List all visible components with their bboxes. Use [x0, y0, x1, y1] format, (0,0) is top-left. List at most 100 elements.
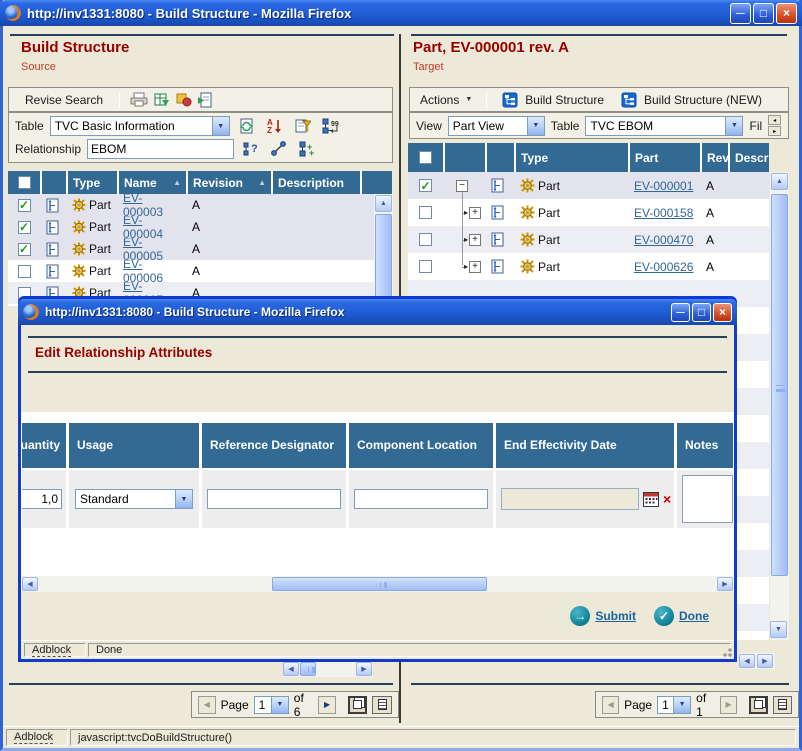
target-vscrollbar[interactable]: ▲ ▼ — [770, 172, 789, 640]
prev-page-button[interactable]: ◀ — [602, 696, 619, 714]
part-link[interactable]: EV-000004 — [123, 216, 182, 238]
calendar-icon[interactable] — [643, 492, 659, 507]
col-revision[interactable]: Revision▲ — [188, 171, 271, 194]
sort-asc-icon: ▲ — [169, 178, 181, 187]
part-link[interactable]: EV-000158 — [634, 206, 693, 220]
maximize-button[interactable]: □ — [692, 303, 711, 322]
row-checkbox[interactable]: ✓ — [419, 233, 432, 246]
connect-icon[interactable] — [268, 139, 290, 159]
part-link[interactable]: EV-000626 — [634, 260, 693, 274]
structure-doc-icon[interactable] — [42, 260, 66, 282]
structure-goto-icon[interactable]: 99 — [320, 116, 342, 136]
maximize-button[interactable]: □ — [753, 3, 774, 24]
list-view-button[interactable] — [773, 696, 792, 714]
quantity-input[interactable] — [22, 489, 62, 509]
expand-icon[interactable]: + — [469, 261, 481, 273]
row-checkbox[interactable]: ✓ — [18, 221, 31, 234]
row-checkbox[interactable]: ✓ — [419, 179, 432, 192]
actions-dropdown-icon[interactable]: ▼ — [465, 96, 472, 103]
prev-page-button[interactable]: ◀ — [198, 696, 216, 714]
table-row: ✓ Part EV-000004 A — [8, 216, 392, 238]
window-titlebar: http://inv1331:8080 - Build Structure - … — [0, 0, 802, 26]
build-structure-new-button[interactable]: Build Structure (NEW) — [644, 93, 762, 107]
part-link[interactable]: EV-000005 — [123, 238, 182, 260]
row-checkbox[interactable]: ✓ — [18, 243, 31, 256]
toolbar-scroll-left[interactable]: ◂ — [768, 115, 781, 125]
quantity-cell — [22, 470, 66, 528]
target-hscrollbar[interactable]: ◀ ▶ — [739, 653, 775, 669]
table-row: ✓ ▸+ Part EV-000158 A — [408, 199, 769, 226]
close-button[interactable]: × — [713, 303, 732, 322]
structure-doc-icon[interactable] — [42, 238, 66, 260]
adblock-button[interactable]: Adblock — [14, 731, 53, 744]
row-checkbox[interactable]: ✓ — [419, 206, 432, 219]
structure-doc-icon[interactable] — [487, 172, 514, 199]
objects-icon[interactable] — [172, 90, 194, 110]
structure-doc-icon[interactable] — [487, 253, 514, 280]
part-link[interactable]: EV-000001 — [634, 179, 693, 193]
part-type-icon — [72, 198, 86, 212]
collapse-icon[interactable]: − — [456, 180, 468, 192]
reference-designator-input[interactable] — [207, 489, 341, 509]
paged-view-button[interactable] — [348, 696, 368, 714]
build-structure-icon[interactable] — [501, 90, 519, 110]
structure-doc-icon[interactable] — [42, 216, 66, 238]
part-type-icon — [72, 242, 86, 256]
component-location-input[interactable] — [354, 489, 488, 509]
build-structure-new-icon[interactable] — [620, 90, 638, 110]
part-link[interactable]: EV-000003 — [123, 194, 182, 216]
list-view-button[interactable] — [372, 696, 392, 714]
refresh-icon[interactable] — [236, 116, 258, 136]
structure-help-icon[interactable]: ? — [240, 139, 262, 159]
source-hscrollbar[interactable]: ◀ ▶ — [283, 661, 373, 677]
paged-view-button[interactable] — [749, 696, 768, 714]
resize-grip[interactable] — [720, 645, 733, 658]
page-title: Build Structure — [21, 39, 129, 56]
adblock-button[interactable]: Adblock — [32, 644, 71, 657]
build-structure-button[interactable]: Build Structure — [525, 93, 604, 107]
table-select[interactable]: TVC EBOM ▼ — [585, 116, 743, 136]
next-page-button[interactable]: ▶ — [720, 696, 737, 714]
row-checkbox[interactable]: ✓ — [419, 260, 432, 273]
actions-menu[interactable]: Actions — [420, 93, 459, 107]
firefox-icon — [5, 5, 21, 21]
next-page-button[interactable]: ▶ — [318, 696, 336, 714]
toolbar-scroll-right[interactable]: ▸ — [768, 126, 781, 136]
minimize-button[interactable]: ─ — [671, 303, 690, 322]
scroll-left-icon: ◀ — [283, 662, 299, 676]
structure-add-icon[interactable]: ++ — [296, 139, 318, 159]
clear-date-icon[interactable]: × — [663, 491, 671, 507]
print-icon[interactable] — [128, 90, 150, 110]
submit-button[interactable]: → Submit — [570, 606, 636, 626]
sort-icon[interactable]: AZ — [264, 116, 286, 136]
expand-icon[interactable]: + — [469, 207, 481, 219]
table-select[interactable]: TVC Basic Information ▼ — [50, 116, 230, 136]
structure-doc-icon[interactable] — [487, 226, 514, 253]
export-structure-icon[interactable] — [194, 90, 216, 110]
export-table-icon[interactable] — [150, 90, 172, 110]
revise-search-button[interactable]: Revise Search — [17, 93, 111, 107]
col-name[interactable]: Name▲ — [119, 171, 186, 194]
structure-doc-icon[interactable] — [487, 199, 514, 226]
part-link[interactable]: EV-000006 — [123, 260, 182, 282]
filter-icon[interactable] — [292, 116, 314, 136]
page-select[interactable]: 1 ▼ — [657, 696, 691, 714]
expand-icon[interactable]: + — [469, 234, 481, 246]
select-all-header[interactable]: ✓ — [8, 171, 40, 194]
target-pagination: ◀ Page 1 ▼ of 1 ▶ — [595, 691, 799, 718]
done-button[interactable]: ✓ Done — [654, 606, 709, 626]
dialog-hscrollbar[interactable]: ◀ ▶ — [22, 576, 733, 592]
row-checkbox[interactable]: ✓ — [18, 265, 31, 278]
notes-textarea[interactable] — [682, 475, 733, 523]
source-vscrollbar[interactable]: ▲ — [374, 194, 393, 302]
view-select[interactable]: Part View ▼ — [448, 116, 545, 136]
minimize-button[interactable]: ─ — [730, 3, 751, 24]
structure-doc-icon[interactable] — [42, 194, 66, 216]
select-all-header[interactable]: ✓ — [408, 143, 443, 172]
usage-select[interactable]: Standard ▼ — [75, 489, 193, 509]
page-select[interactable]: 1 ▼ — [254, 696, 289, 714]
close-button[interactable]: × — [776, 3, 797, 24]
relationship-input[interactable] — [87, 139, 234, 159]
row-checkbox[interactable]: ✓ — [18, 199, 31, 212]
part-link[interactable]: EV-000470 — [634, 233, 693, 247]
